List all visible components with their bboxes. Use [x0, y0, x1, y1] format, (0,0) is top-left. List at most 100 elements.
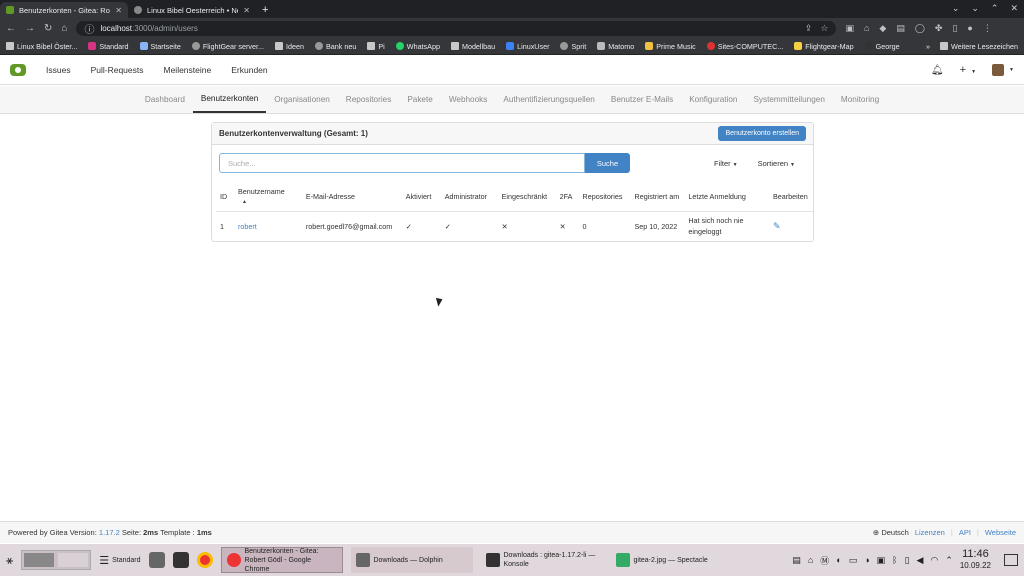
terminal-launcher-icon[interactable] [172, 552, 189, 568]
puzzle-icon[interactable]: ✤ [935, 23, 943, 34]
create-new-dropdown[interactable]: + ▼ [960, 64, 976, 76]
username-link[interactable]: robert [234, 211, 302, 241]
forward-icon[interactable]: → [25, 23, 35, 34]
extension-icon[interactable]: ◆ [879, 23, 886, 34]
browser-tab-linuxbibel[interactable]: Linux Bibel Oesterreich • Neu ✕ [128, 2, 256, 18]
user-menu[interactable]: ▼ [992, 64, 1014, 76]
close-tab-icon[interactable]: ✕ [243, 6, 250, 15]
task-konsole[interactable]: Downloads : gitea-1.17.2-li — Konsole [481, 547, 603, 573]
chrome-launcher-icon[interactable] [196, 552, 213, 568]
nav-pull-requests[interactable]: Pull-Requests [91, 65, 144, 75]
col-admin[interactable]: Administrator [440, 183, 498, 212]
bookmark-item[interactable]: Ideen [275, 42, 304, 51]
home-icon[interactable]: ⌂ [61, 23, 67, 34]
back-icon[interactable]: ← [6, 23, 16, 34]
language-selector[interactable]: ⊕ Deutsch [873, 528, 909, 537]
browser-tab-gitea[interactable]: Benutzerkonten - Gitea: Robert ✕ [0, 2, 128, 18]
nav-issues[interactable]: Issues [46, 65, 71, 75]
tab-user-accounts[interactable]: Benutzerkonten [192, 86, 267, 113]
new-tab-button[interactable]: + [262, 4, 268, 16]
bookmark-item[interactable]: Startseite [139, 42, 181, 51]
tab-dashboard[interactable]: Dashboard [137, 86, 193, 113]
tab-search-icon[interactable]: ⌄ [952, 3, 960, 14]
tab-webhooks[interactable]: Webhooks [441, 86, 496, 113]
bookmark-item[interactable]: Sites-COMPUTEC... [706, 42, 783, 51]
notes-icon[interactable]: ▣ [877, 555, 886, 566]
share-icon[interactable]: ⇪ [805, 23, 813, 34]
more-bookmarks-button[interactable]: » [926, 42, 930, 51]
tab-user-emails[interactable]: Benutzer E-Mails [603, 86, 681, 113]
edit-pencil-icon[interactable]: ✎ [769, 211, 813, 241]
task-chrome[interactable]: Benutzerkonten - Gitea: Robert Gödl - Go… [220, 547, 343, 573]
file-manager-launcher-icon[interactable] [148, 552, 165, 568]
extension-icon[interactable]: ◯ [915, 23, 925, 34]
tab-organizations[interactable]: Organisationen [266, 86, 338, 113]
clipboard-icon[interactable]: ▤ [792, 555, 801, 566]
col-registered[interactable]: Registriert am [630, 183, 685, 212]
extension-icon[interactable]: ▤ [896, 23, 905, 34]
clock[interactable]: 11:46 10.09.22 [960, 549, 991, 571]
bluetooth-icon[interactable]: ᛒ [892, 555, 897, 565]
reload-icon[interactable]: ↻ [44, 23, 52, 34]
profile-icon[interactable]: ● [967, 23, 972, 34]
bookmark-item[interactable]: LinuxUser [506, 42, 549, 51]
version-link[interactable]: 1.17.2 [99, 528, 120, 537]
extension-icon[interactable]: ▣ [845, 23, 854, 34]
bookmark-item[interactable]: Flightgear-Map [794, 42, 854, 51]
bookmark-item[interactable]: Bank neu [315, 42, 356, 51]
bookmark-item[interactable]: Matomo [597, 42, 634, 51]
close-tab-icon[interactable]: ✕ [115, 6, 122, 15]
minimize-icon[interactable]: ⌄ [971, 3, 979, 14]
col-activated[interactable]: Aktiviert [401, 183, 441, 212]
tab-packages[interactable]: Pakete [399, 86, 441, 113]
bookmark-item[interactable]: Prime Music [645, 42, 696, 51]
address-bar[interactable]: ⓘ localhost:3000/admin/users ⇪ ☆ [76, 20, 837, 36]
col-username[interactable]: Benutzername ▲ [233, 183, 302, 212]
bookmark-item[interactable]: FlightGear server... [191, 42, 264, 51]
wifi-icon[interactable]: ◠ [930, 555, 938, 566]
search-button[interactable]: Suche [585, 153, 630, 173]
notification-bell-icon[interactable]: 🔔︎ [931, 65, 944, 76]
licenses-link[interactable]: Lizenzen [915, 528, 945, 537]
website-link[interactable]: Webseite [985, 528, 1016, 537]
show-desktop-icon[interactable] [1004, 554, 1018, 566]
vault-icon[interactable]: Ⓜ [820, 554, 829, 567]
volume-icon[interactable]: ◀︎ [917, 555, 924, 566]
sort-dropdown[interactable]: Sortieren ▼ [758, 159, 795, 168]
extension-icon[interactable]: ⌂ [864, 23, 869, 34]
sidepanel-icon[interactable]: ▯ [952, 23, 957, 34]
bookmark-item[interactable]: George [864, 42, 900, 51]
bookmark-item[interactable]: Standard [88, 42, 129, 51]
color-picker-icon[interactable]: ◑ [864, 555, 869, 565]
col-email[interactable]: E-Mail-Adresse [301, 183, 402, 212]
tab-configuration[interactable]: Konfiguration [681, 86, 745, 113]
bookmark-item[interactable]: WhatsApp [395, 42, 440, 51]
kdeconnect-icon[interactable]: ◐ [836, 555, 841, 565]
col-2fa[interactable]: 2FA [555, 183, 579, 212]
col-id[interactable]: ID [216, 183, 234, 212]
nav-explore[interactable]: Erkunden [231, 65, 267, 75]
other-bookmarks-folder[interactable]: Weitere Lesezeichen [940, 42, 1018, 51]
gitea-logo-icon[interactable] [10, 64, 26, 76]
close-window-icon[interactable]: ✕ [1010, 3, 1018, 14]
site-info-icon[interactable]: ⓘ [84, 21, 94, 36]
col-restricted[interactable]: Eingeschränkt [497, 183, 556, 212]
col-repositories[interactable]: Repositories [578, 183, 631, 212]
bookmark-item[interactable]: Pi [367, 42, 385, 51]
tab-monitoring[interactable]: Monitoring [833, 86, 887, 113]
bookmark-item[interactable]: Linux Bibel Öster... [6, 42, 77, 51]
tab-system-notices[interactable]: Systemmitteilungen [745, 86, 832, 113]
bookmark-star-icon[interactable]: ☆ [820, 23, 828, 34]
task-spectacle[interactable]: gitea-2.jpg — Spectacle [611, 547, 733, 573]
api-link[interactable]: API [959, 528, 971, 537]
devices-icon[interactable]: ▭ [849, 555, 858, 566]
tab-repositories[interactable]: Repositories [338, 86, 400, 113]
maximize-icon[interactable]: ⌃ [991, 3, 999, 14]
filter-dropdown[interactable]: Filter ▼ [714, 159, 738, 168]
activity-switcher[interactable]: ☰ Standard [99, 554, 140, 567]
bookmark-item[interactable]: Sprit [560, 42, 586, 51]
menu-icon[interactable]: ⋮ [983, 23, 992, 34]
task-dolphin[interactable]: Downloads — Dolphin [350, 547, 473, 573]
create-user-button[interactable]: Benutzerkonto erstellen [718, 126, 806, 141]
col-last-login[interactable]: Letzte Anmeldung [684, 183, 769, 212]
